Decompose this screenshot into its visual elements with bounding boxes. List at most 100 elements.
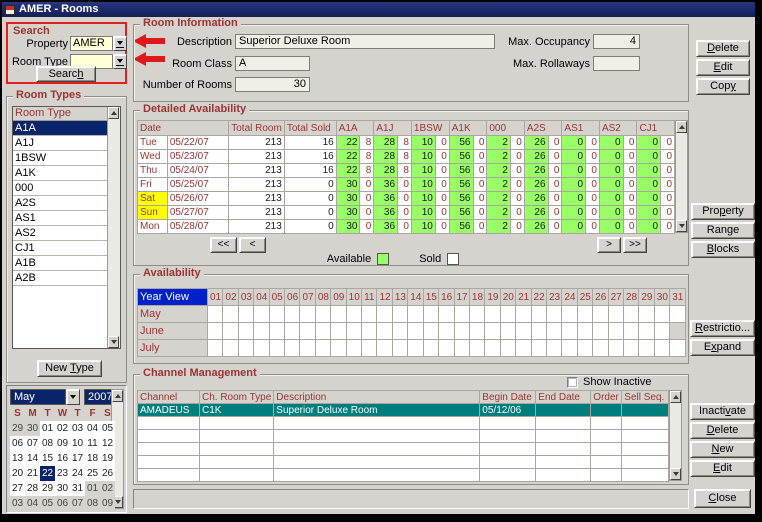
available-count-cell[interactable]: 56: [449, 136, 473, 150]
scroll-far-right-button[interactable]: >>: [623, 237, 647, 253]
channel-cell[interactable]: [622, 404, 669, 417]
sold-count-cell[interactable]: 0: [586, 192, 600, 206]
sold-count-cell[interactable]: 0: [623, 150, 637, 164]
day-cell[interactable]: Mon: [138, 220, 168, 234]
day-cell[interactable]: Sun: [138, 206, 168, 220]
available-count-cell[interactable]: 30: [336, 220, 360, 234]
scroll-up-button[interactable]: [676, 121, 687, 133]
sold-count-cell[interactable]: 0: [473, 192, 487, 206]
month-day-cell[interactable]: [670, 306, 686, 323]
available-count-cell[interactable]: 0: [599, 136, 623, 150]
total-room-cell[interactable]: 213: [229, 164, 285, 178]
month-day-cell[interactable]: [377, 306, 392, 323]
calendar-day[interactable]: 10: [70, 436, 85, 451]
available-count-cell[interactable]: 26: [524, 206, 548, 220]
sold-count-cell[interactable]: 0: [623, 136, 637, 150]
sold-count-cell[interactable]: 0: [586, 164, 600, 178]
total-sold-cell[interactable]: 16: [284, 164, 336, 178]
available-count-cell[interactable]: 30: [336, 192, 360, 206]
calendar-day[interactable]: 02: [55, 421, 70, 436]
sold-count-cell[interactable]: 0: [586, 220, 600, 234]
sold-count-cell[interactable]: 0: [398, 192, 412, 206]
calendar-day[interactable]: 30: [55, 481, 70, 496]
calendar-day[interactable]: 28: [25, 481, 40, 496]
room-type-item[interactable]: AS1: [13, 211, 107, 226]
calendar-day[interactable]: 05: [100, 421, 115, 436]
calendar-day[interactable]: 17: [70, 451, 85, 466]
available-count-cell[interactable]: 22: [336, 164, 360, 178]
sold-count-cell[interactable]: 0: [360, 206, 374, 220]
month-day-cell[interactable]: [392, 340, 407, 357]
month-day-cell[interactable]: [639, 306, 654, 323]
room-type-scrollbar[interactable]: [107, 107, 120, 348]
detailed-availability-scrollbar[interactable]: [675, 120, 688, 233]
calendar-day[interactable]: 24: [70, 466, 85, 481]
date-cell[interactable]: 05/23/07: [167, 150, 228, 164]
edit-channel-button[interactable]: Edit: [690, 460, 755, 477]
sold-count-cell[interactable]: 0: [586, 206, 600, 220]
sold-count-cell[interactable]: 0: [435, 192, 449, 206]
available-count-cell[interactable]: 56: [449, 192, 473, 206]
sold-count-cell[interactable]: 0: [510, 192, 524, 206]
month-day-cell[interactable]: [469, 323, 484, 340]
available-count-cell[interactable]: 36: [374, 178, 398, 192]
total-sold-cell[interactable]: 16: [284, 150, 336, 164]
month-day-cell[interactable]: [377, 323, 392, 340]
calendar-day[interactable]: 02: [100, 481, 115, 496]
available-count-cell[interactable]: 0: [599, 192, 623, 206]
available-count-cell[interactable]: 56: [449, 220, 473, 234]
available-count-cell[interactable]: 2: [487, 206, 511, 220]
month-day-cell[interactable]: [608, 340, 623, 357]
month-day-cell[interactable]: [254, 340, 269, 357]
day-cell[interactable]: Sat: [138, 192, 168, 206]
available-count-cell[interactable]: 36: [374, 192, 398, 206]
calendar-day[interactable]: 11: [85, 436, 100, 451]
available-count-cell[interactable]: 0: [562, 178, 586, 192]
available-count-cell[interactable]: 0: [562, 150, 586, 164]
sold-count-cell[interactable]: 0: [548, 178, 562, 192]
calendar-day[interactable]: 31: [70, 481, 85, 496]
available-count-cell[interactable]: 0: [562, 164, 586, 178]
month-day-cell[interactable]: [408, 306, 423, 323]
sold-count-cell[interactable]: 0: [661, 136, 675, 150]
month-day-cell[interactable]: [485, 323, 500, 340]
available-count-cell[interactable]: 26: [524, 164, 548, 178]
month-day-cell[interactable]: [593, 340, 608, 357]
sold-count-cell[interactable]: 0: [435, 178, 449, 192]
sold-count-cell[interactable]: 8: [398, 136, 412, 150]
month-day-cell[interactable]: [639, 323, 654, 340]
month-day-cell[interactable]: [208, 306, 223, 323]
sold-count-cell[interactable]: 0: [435, 206, 449, 220]
total-sold-cell[interactable]: 0: [284, 192, 336, 206]
search-button[interactable]: Search: [36, 66, 96, 82]
max-rollaways-field[interactable]: [593, 56, 640, 71]
calendar-day[interactable]: 01: [85, 481, 100, 496]
scroll-down-button[interactable]: [108, 336, 119, 348]
month-day-cell[interactable]: [608, 323, 623, 340]
total-room-cell[interactable]: 213: [229, 192, 285, 206]
calendar-day[interactable]: 04: [25, 496, 40, 511]
room-type-item[interactable]: A1B: [13, 256, 107, 271]
sold-count-cell[interactable]: 8: [398, 150, 412, 164]
total-sold-cell[interactable]: 0: [284, 178, 336, 192]
sold-count-cell[interactable]: 0: [510, 206, 524, 220]
month-day-cell[interactable]: [300, 340, 315, 357]
available-count-cell[interactable]: 56: [449, 178, 473, 192]
channel-cell[interactable]: [591, 404, 622, 417]
scroll-far-left-button[interactable]: <<: [210, 237, 237, 253]
month-day-cell[interactable]: [269, 340, 284, 357]
sold-count-cell[interactable]: 0: [510, 220, 524, 234]
calendar-day[interactable]: 26: [100, 466, 115, 481]
available-count-cell[interactable]: 26: [524, 220, 548, 234]
calendar-day[interactable]: 25: [85, 466, 100, 481]
month-day-cell[interactable]: [208, 323, 223, 340]
available-count-cell[interactable]: 0: [637, 150, 661, 164]
sold-count-cell[interactable]: 0: [398, 220, 412, 234]
available-count-cell[interactable]: 0: [599, 150, 623, 164]
available-count-cell[interactable]: 0: [562, 220, 586, 234]
available-count-cell[interactable]: 30: [336, 206, 360, 220]
calendar-day[interactable]: 06: [55, 496, 70, 511]
month-day-cell[interactable]: [531, 340, 546, 357]
room-type-item[interactable]: A1J: [13, 136, 107, 151]
month-day-cell[interactable]: [439, 323, 454, 340]
